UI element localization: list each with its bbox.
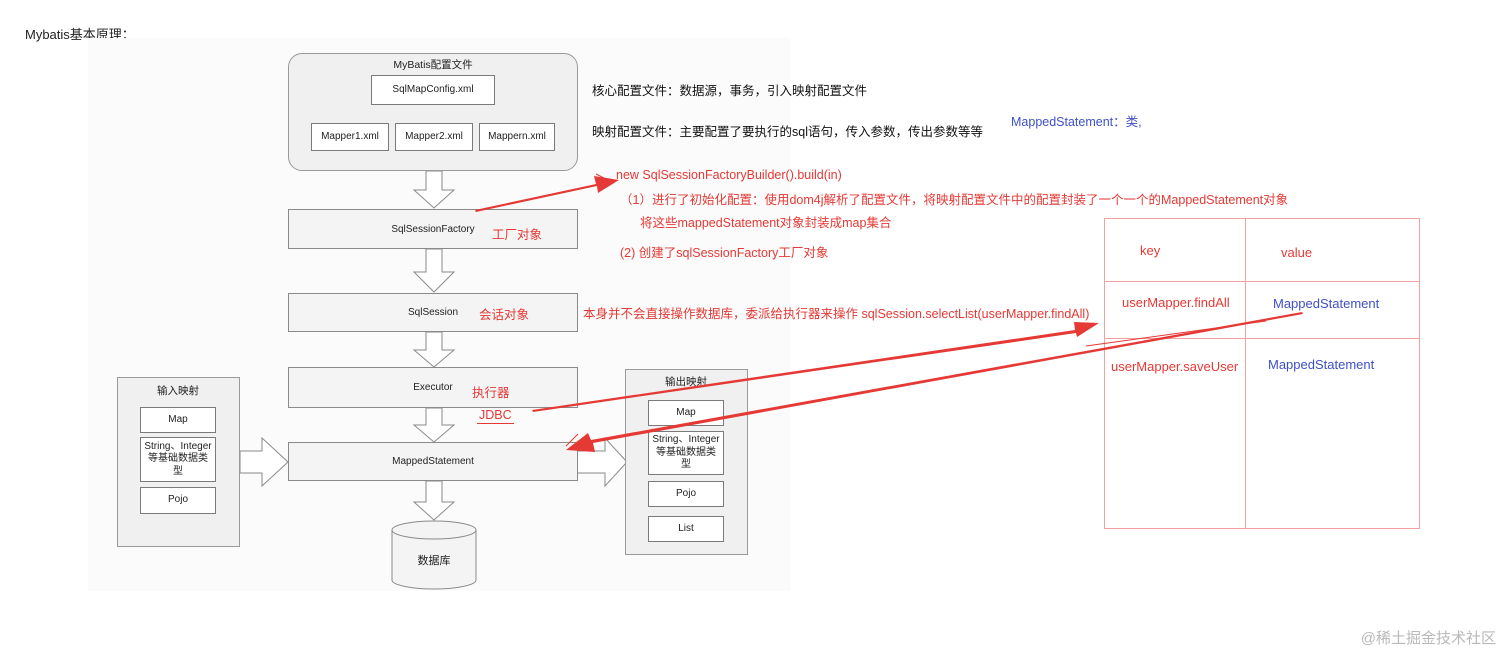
red-arrow-jdbc-to-table <box>532 322 1099 412</box>
thin-red-link-table <box>1085 320 1267 347</box>
watermark: @稀土掘金技术社区 <box>1360 630 1496 647</box>
red-arrow-table-to-mapped <box>566 312 1303 452</box>
annotation-arrows-layer <box>475 173 1303 452</box>
red-arrow-factory-to-build <box>475 176 619 212</box>
